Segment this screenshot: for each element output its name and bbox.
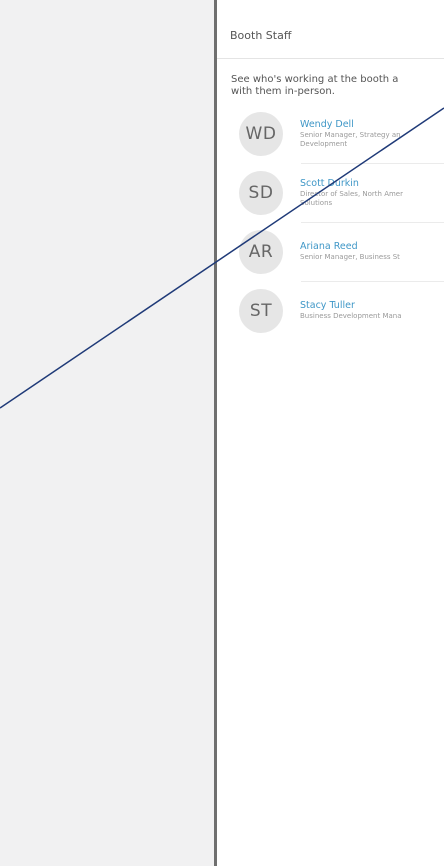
avatar-initials: WD bbox=[245, 123, 277, 144]
staff-role: Solutions bbox=[300, 198, 333, 207]
staff-row-wendy-dell[interactable]: WD Wendy Dell Senior Manager, Strategy a… bbox=[217, 104, 444, 163]
staff-row-ariana-reed[interactable]: AR Ariana Reed Senior Manager, Business … bbox=[217, 222, 444, 281]
avatar: WD bbox=[239, 111, 283, 156]
staff-info: Scott Durkin Director of Sales, North Am… bbox=[300, 178, 444, 208]
staff-role: Senior Manager, Strategy an bbox=[300, 130, 401, 139]
avatar-initials: SD bbox=[248, 182, 274, 203]
staff-list: WD Wendy Dell Senior Manager, Strategy a… bbox=[217, 104, 444, 340]
avatar: AR bbox=[239, 229, 283, 274]
staff-row-stacy-tuller[interactable]: ST Stacy Tuller Business Development Man… bbox=[217, 281, 444, 340]
staff-role: Business Development Mana bbox=[300, 312, 402, 320]
description-line: See who's working at the booth a bbox=[231, 74, 399, 85]
staff-name-link[interactable]: Stacy Tuller bbox=[300, 300, 444, 312]
app-root: Booth Staff See who's working at the boo… bbox=[0, 0, 444, 866]
panel-description: See who's working at the booth a with th… bbox=[217, 59, 444, 98]
staff-row-scott-durkin[interactable]: SD Scott Durkin Director of Sales, North… bbox=[217, 163, 444, 222]
panel-header: Booth Staff bbox=[217, 0, 444, 59]
staff-info: Stacy Tuller Business Development Mana bbox=[300, 300, 444, 321]
staff-role: Senior Manager, Business St bbox=[300, 253, 400, 261]
avatar: ST bbox=[239, 288, 283, 333]
staff-name-link[interactable]: Scott Durkin bbox=[300, 178, 444, 190]
avatar-initials: AR bbox=[248, 241, 274, 262]
avatar: SD bbox=[239, 170, 283, 215]
panel-title: Booth Staff bbox=[230, 29, 292, 42]
left-pane bbox=[0, 0, 214, 866]
staff-role: Director of Sales, North Amer bbox=[300, 189, 403, 198]
staff-role: Development bbox=[300, 139, 348, 148]
description-line: with them in-person. bbox=[231, 86, 335, 97]
staff-info: Wendy Dell Senior Manager, Strategy an D… bbox=[300, 119, 444, 149]
booth-staff-panel: Booth Staff See who's working at the boo… bbox=[217, 0, 444, 866]
staff-name-link[interactable]: Ariana Reed bbox=[300, 241, 444, 253]
avatar-initials: ST bbox=[249, 300, 273, 321]
staff-name-link[interactable]: Wendy Dell bbox=[300, 119, 444, 131]
staff-info: Ariana Reed Senior Manager, Business St bbox=[300, 241, 444, 262]
